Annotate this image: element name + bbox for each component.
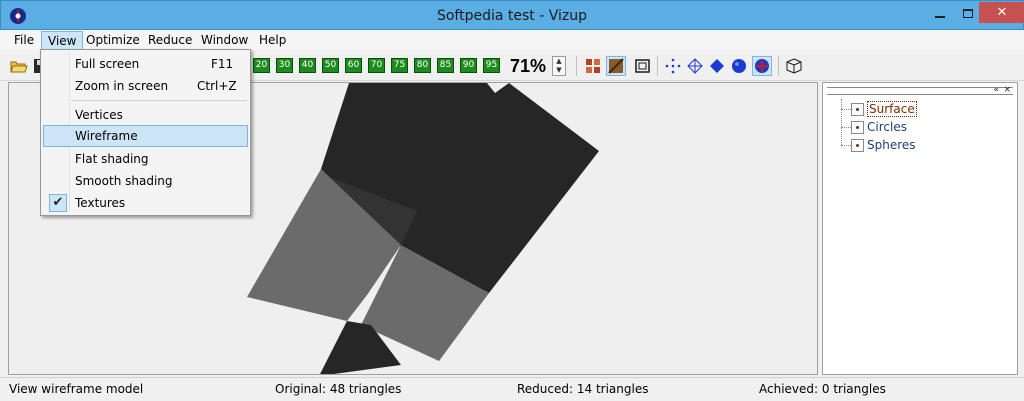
object-tree-panel: « × Surface Circles Spheres (822, 82, 1018, 375)
menu-file[interactable]: File (8, 31, 40, 50)
node-icon (851, 120, 864, 134)
menu-item-label: Smooth shading (75, 174, 173, 188)
zoom-level: 71% (510, 56, 547, 76)
window-frame-icon[interactable] (634, 57, 652, 75)
maximize-button[interactable] (954, 2, 982, 24)
menu-item-label: Vertices (75, 108, 123, 122)
tree-connector (841, 145, 851, 146)
panel-collapse-icon[interactable]: « (993, 85, 999, 95)
minimize-button[interactable] (926, 2, 954, 24)
status-reduced-count: Reduced: 14 triangles (517, 382, 649, 396)
textures-toggle-button[interactable] (752, 56, 772, 76)
menu-item-smooth-shading[interactable]: Smooth shading (43, 170, 248, 192)
menu-item-textures[interactable]: ✔ Textures (43, 192, 248, 214)
menu-help[interactable]: Help (253, 31, 292, 50)
wireframe-icon[interactable] (686, 57, 704, 75)
close-icon: ✕ (996, 5, 1008, 20)
checkmark-icon: ✔ (49, 194, 67, 212)
panel-close-icon[interactable]: × (1003, 85, 1011, 95)
reduce-70-button[interactable]: 70 (368, 58, 385, 73)
menu-bar: File View Optimize Reduce Window Help (0, 30, 1024, 50)
tree-connector (841, 109, 851, 110)
tree-item-surface[interactable]: Surface (851, 101, 917, 117)
spin-up-icon[interactable]: ▲ (553, 57, 565, 66)
menu-item-wireframe[interactable]: Wireframe (43, 125, 248, 147)
vertices-icon[interactable] (664, 57, 682, 75)
flat-shading-icon[interactable] (708, 57, 726, 75)
tree-item-circles[interactable]: Circles (851, 119, 907, 135)
texture-toggle-button[interactable] (606, 56, 626, 76)
toolbar-separator (576, 56, 577, 76)
reduce-60-button[interactable]: 60 (345, 58, 362, 73)
close-button[interactable]: ✕ (979, 2, 1024, 23)
view-menu-dropdown: Full screen F11 Zoom in screen Ctrl+Z Ve… (40, 49, 251, 216)
maximize-icon (963, 8, 973, 18)
menu-item-full-screen[interactable]: Full screen F11 (43, 53, 248, 75)
reduce-30-button[interactable]: 30 (276, 58, 293, 73)
menu-window[interactable]: Window (195, 31, 254, 50)
menu-item-label: Zoom in screen (75, 79, 169, 93)
menu-view[interactable]: View (41, 31, 84, 50)
spin-down-icon[interactable]: ▼ (553, 66, 565, 75)
node-icon (851, 138, 864, 152)
menu-item-flat-shading[interactable]: Flat shading (43, 148, 248, 170)
menu-separator (71, 100, 247, 101)
title-bar: Softpedia test - Vizup ✕ (0, 0, 1024, 30)
tree-connector (841, 99, 842, 145)
tree-item-label: Surface (867, 101, 917, 117)
reduce-85-button[interactable]: 85 (437, 58, 454, 73)
menu-item-label: Textures (75, 196, 126, 210)
reduce-95-button[interactable]: 95 (483, 58, 500, 73)
menu-reduce[interactable]: Reduce (142, 31, 198, 50)
node-icon (851, 102, 864, 116)
window-title: Softpedia test - Vizup (436, 8, 588, 24)
menu-item-zoom-in-screen[interactable]: Zoom in screen Ctrl+Z (43, 75, 248, 97)
tree-item-spheres[interactable]: Spheres (851, 137, 916, 153)
grid-pattern-icon[interactable] (584, 57, 602, 75)
reduce-80-button[interactable]: 80 (414, 58, 431, 73)
tree-panel-header (827, 87, 1013, 95)
menu-item-label: Wireframe (75, 129, 138, 143)
tree-item-label: Circles (867, 120, 907, 134)
tree-connector (841, 127, 851, 128)
reduce-75-button[interactable]: 75 (391, 58, 408, 73)
cube-icon[interactable] (785, 57, 803, 75)
status-hint: View wireframe model (9, 382, 144, 396)
reduce-40-button[interactable]: 40 (299, 58, 316, 73)
reduce-20-button[interactable]: 20 (253, 58, 270, 73)
reduce-50-button[interactable]: 50 (322, 58, 339, 73)
status-bar: View wireframe model Original: 48 triang… (0, 377, 1024, 401)
menu-optimize[interactable]: Optimize (80, 31, 146, 50)
toolbar-separator (778, 56, 779, 76)
toolbar-separator (657, 56, 658, 76)
menu-item-shortcut: F11 (211, 57, 234, 71)
status-original-count: Original: 48 triangles (275, 382, 402, 396)
minimize-icon (935, 16, 945, 18)
menu-item-vertices[interactable]: Vertices (43, 104, 248, 126)
menu-item-shortcut: Ctrl+Z (197, 79, 237, 93)
open-folder-icon[interactable] (10, 57, 28, 75)
menu-item-label: Flat shading (75, 152, 149, 166)
reduce-90-button[interactable]: 90 (460, 58, 477, 73)
smooth-shading-icon[interactable] (730, 57, 748, 75)
texture-icon (608, 58, 624, 74)
textured-sphere-icon (755, 59, 769, 73)
zoom-spinner[interactable]: ▲ ▼ (552, 56, 566, 76)
status-achieved-count: Achieved: 0 triangles (759, 382, 886, 396)
tree-item-label: Spheres (867, 138, 916, 152)
menu-item-label: Full screen (75, 57, 140, 71)
